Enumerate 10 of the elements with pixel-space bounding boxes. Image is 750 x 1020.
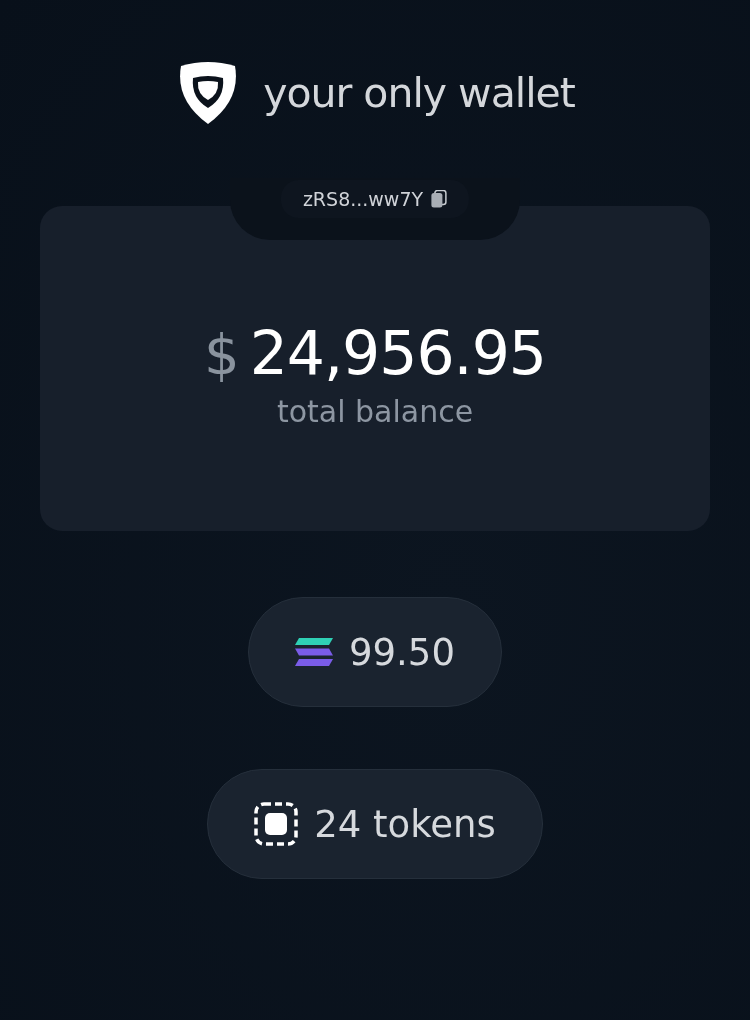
copy-icon bbox=[431, 190, 448, 208]
balance-amount: 24,956.95 bbox=[249, 318, 546, 388]
currency-symbol: $ bbox=[204, 322, 240, 387]
asset-pill[interactable]: 24 tokens bbox=[207, 769, 543, 879]
app-title: your only wallet bbox=[263, 69, 575, 117]
address-chip[interactable]: zRS8...ww7Y bbox=[280, 180, 470, 218]
stripes-icon bbox=[295, 638, 334, 666]
balance-caption: total balance bbox=[276, 394, 474, 429]
square-icon bbox=[254, 802, 299, 846]
asset-pill[interactable]: 99.50 bbox=[248, 597, 502, 707]
